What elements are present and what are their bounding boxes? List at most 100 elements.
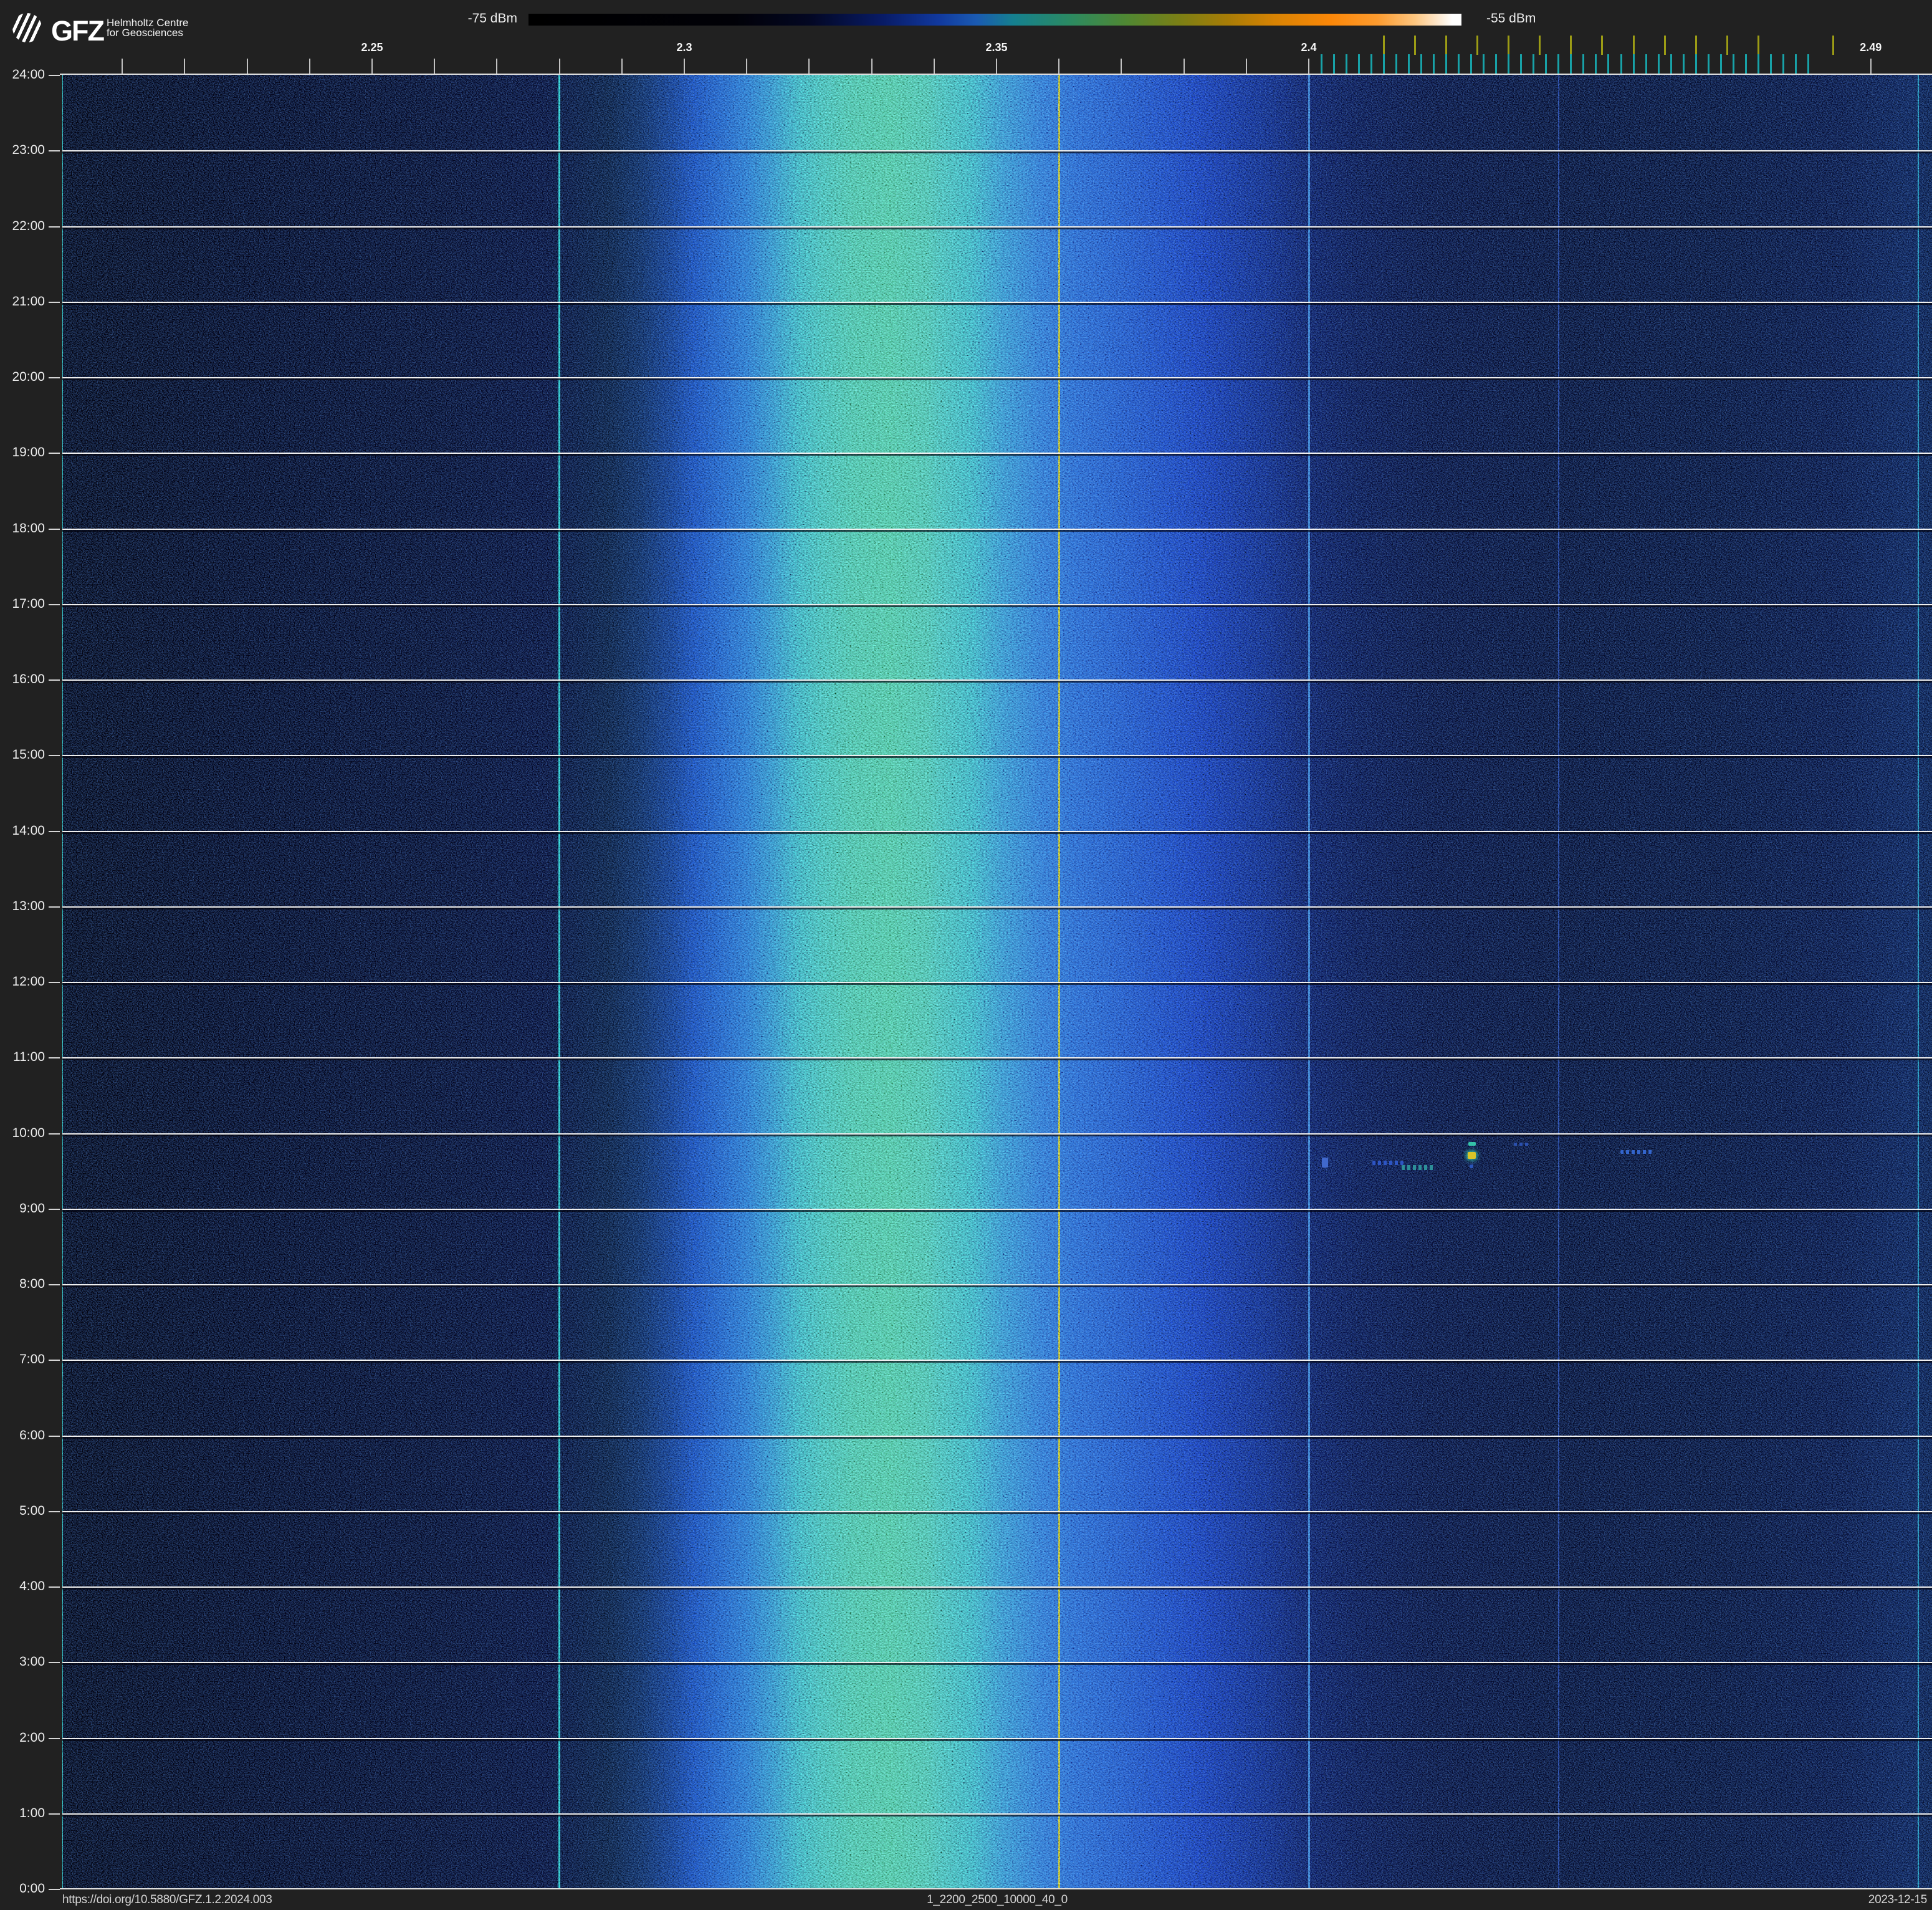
ble-channel-tick (1395, 54, 1397, 74)
time-tick (49, 453, 60, 454)
freq-tick (309, 59, 310, 74)
ble-channel-tick (1420, 54, 1422, 74)
ble-channel-tick (1745, 54, 1747, 74)
time-tick (49, 1586, 60, 1588)
hour-gridline (62, 150, 1932, 151)
ble-channel-tick (1533, 54, 1534, 74)
hour-gridline-shadow (62, 378, 1932, 380)
signal-burst (1468, 1142, 1476, 1146)
bottom-axis-line (60, 1888, 1932, 1889)
hour-gridline-shadow (62, 832, 1932, 834)
time-label: 6:00 (0, 1428, 45, 1444)
ble-channel-tick (1645, 54, 1647, 74)
time-tick (49, 1209, 60, 1210)
ble-channel-tick (1733, 54, 1734, 74)
ble-channel-tick (1670, 54, 1672, 74)
hour-gridline-shadow (62, 1512, 1932, 1514)
freq-tick (1246, 59, 1247, 74)
time-tick (49, 1889, 60, 1890)
signal-burst (1514, 1143, 1530, 1146)
ble-channel-tick (1695, 54, 1697, 74)
wifi-channel-tick (1832, 36, 1834, 55)
freq-tick (621, 59, 623, 74)
freq-tick (934, 59, 935, 74)
hour-gridline (62, 1057, 1932, 1058)
ble-channel-tick (1470, 54, 1472, 74)
date-label: 2023-12-15 (1745, 1893, 1927, 1907)
time-label: 16:00 (0, 671, 45, 688)
wifi-channel-tick (1414, 36, 1416, 55)
time-label: 23:00 (0, 142, 45, 158)
wifi-channel-tick (1539, 36, 1541, 55)
ble-channel-tick (1570, 54, 1572, 74)
time-label: 20:00 (0, 369, 45, 385)
time-tick (49, 1738, 60, 1739)
hour-gridline (62, 1360, 1932, 1361)
ble-channel-tick (1458, 54, 1460, 74)
time-axis: 24:00 23:00 22:00 21:00 20:00 19:00 18:00 17:00… (0, 0, 62, 1910)
ble-channel-tick (1595, 54, 1597, 74)
hour-gridline (62, 982, 1932, 983)
time-tick (49, 226, 60, 228)
ble-channel-tick (1708, 54, 1710, 74)
time-label: 5:00 (0, 1503, 45, 1519)
ble-channel-tick (1508, 54, 1509, 74)
ble-channel-tick (1483, 54, 1485, 74)
freq-tick (1870, 59, 1872, 74)
time-tick (49, 755, 60, 756)
hour-gridline-shadow (62, 1815, 1932, 1816)
dataset-id-label: 1_2200_2500_10000_40_0 (810, 1893, 1184, 1907)
time-label: 14:00 (0, 823, 45, 839)
ble-channel-tick (1557, 54, 1559, 74)
time-label: 12:00 (0, 974, 45, 990)
time-tick (49, 679, 60, 681)
hour-gridline-shadow (62, 1437, 1932, 1439)
hour-gridline-shadow (62, 1739, 1932, 1741)
hour-gridline (62, 1813, 1932, 1815)
time-tick (49, 1511, 60, 1512)
ble-channel-tick (1683, 54, 1685, 74)
ble-channel-tick (1545, 54, 1547, 74)
ble-channel-tick (1445, 54, 1447, 74)
time-label: 7:00 (0, 1351, 45, 1368)
signal-burst (1372, 1161, 1404, 1165)
hour-gridline (62, 1586, 1932, 1588)
time-tick (49, 982, 60, 983)
hour-gridline (62, 226, 1932, 228)
ble-channel-tick (1633, 54, 1635, 74)
time-label: 8:00 (0, 1276, 45, 1292)
time-label: 2:00 (0, 1730, 45, 1746)
time-label: 18:00 (0, 521, 45, 537)
freq-tick (559, 59, 560, 74)
freq-tick (247, 59, 248, 74)
wifi-channel-tick (1633, 36, 1635, 55)
time-label: 10:00 (0, 1125, 45, 1141)
hour-gridline (62, 1738, 1932, 1739)
freq-tick (1308, 59, 1309, 74)
hour-gridline (62, 529, 1932, 530)
ble-channel-tick (1408, 54, 1410, 74)
doi-link[interactable]: https://doi.org/10.5880/GFZ.1.2.2024.003 (62, 1893, 272, 1907)
ble-channel-tick (1582, 54, 1584, 74)
hour-gridline-shadow (62, 1588, 1932, 1590)
hour-gridline-shadow (62, 530, 1932, 532)
hour-gridline (62, 1209, 1932, 1210)
wifi-channel-tick (1726, 36, 1728, 55)
ble-channel-tick (1658, 54, 1660, 74)
freq-tick-label: 2.3 (656, 41, 712, 54)
time-tick (49, 75, 60, 76)
time-tick (49, 529, 60, 530)
time-label: 21:00 (0, 294, 45, 310)
time-label: 24:00 (0, 67, 45, 83)
freq-tick (808, 59, 810, 74)
time-label: 22:00 (0, 218, 45, 234)
ble-channel-tick (1770, 54, 1772, 74)
hour-gridline-shadow (62, 1663, 1932, 1665)
signal-burst (1322, 1158, 1328, 1168)
hour-gridline (62, 453, 1932, 454)
ble-channel-tick (1795, 54, 1797, 74)
hour-gridline-shadow (62, 454, 1932, 456)
hour-gridline (62, 1511, 1932, 1512)
hour-gridline (62, 1284, 1932, 1285)
ble-channel-tick (1433, 54, 1435, 74)
